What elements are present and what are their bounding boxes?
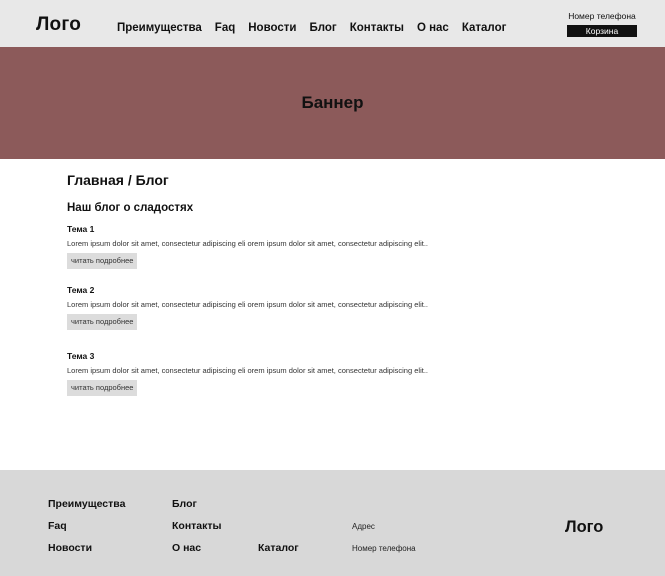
nav-item-faq[interactable]: Faq (215, 22, 235, 34)
header-phone: Номер телефона (568, 11, 636, 21)
site-header: Лого Преимущества Faq Новости Блог Конта… (0, 0, 665, 47)
footer-link-about[interactable]: О нас (172, 542, 201, 554)
read-more-button[interactable]: читать подробнее (67, 253, 138, 269)
footer-logo[interactable]: Лого (565, 518, 603, 537)
footer-link-advantages[interactable]: Преимущества (48, 498, 125, 510)
main-nav: Преимущества Faq Новости Блог Контакты О… (117, 20, 506, 36)
post-title[interactable]: Тема 3 (67, 351, 428, 362)
read-more-button[interactable]: читать подробнее (67, 380, 138, 396)
page-title: Наш блог о сладостях (67, 202, 194, 214)
nav-item-news[interactable]: Новости (248, 22, 296, 34)
read-more-button[interactable]: читать подробнее (67, 314, 138, 330)
footer-link-news[interactable]: Новости (48, 542, 92, 554)
post-excerpt: Lorem ipsum dolor sit amet, consectetur … (67, 300, 428, 309)
footer-phone: Номер телефона (352, 544, 416, 553)
banner: Баннер (0, 47, 665, 159)
footer-link-blog[interactable]: Блог (172, 498, 197, 510)
nav-item-catalog[interactable]: Каталог (462, 22, 507, 34)
footer-link-catalog[interactable]: Каталог (258, 542, 299, 554)
blog-post: Тема 3 Lorem ipsum dolor sit amet, conse… (67, 351, 428, 396)
header-contacts: Номер телефона Корзина (561, 11, 643, 37)
blog-post: Тема 1 Lorem ipsum dolor sit amet, conse… (67, 224, 428, 269)
site-footer: Преимущества Faq Новости Блог Контакты О… (0, 470, 665, 576)
breadcrumb-separator: / (123, 172, 136, 188)
nav-item-contacts[interactable]: Контакты (350, 22, 404, 34)
footer-address: Адрес (352, 522, 375, 531)
post-excerpt: Lorem ipsum dolor sit amet, consectetur … (67, 366, 428, 375)
footer-link-faq[interactable]: Faq (48, 520, 67, 532)
post-title[interactable]: Тема 2 (67, 285, 428, 296)
banner-title: Баннер (301, 93, 364, 112)
nav-item-about[interactable]: О нас (417, 22, 449, 34)
main-content: Главная / Блог Наш блог о сладостях Тема… (67, 171, 607, 396)
cart-button[interactable]: Корзина (567, 25, 637, 37)
nav-item-blog[interactable]: Блог (309, 22, 336, 34)
footer-link-contacts[interactable]: Контакты (172, 520, 222, 532)
logo[interactable]: Лого (36, 14, 81, 36)
breadcrumb: Главная / Блог (67, 171, 607, 190)
breadcrumb-home[interactable]: Главная (67, 172, 124, 188)
breadcrumb-current: Блог (135, 172, 169, 188)
post-excerpt: Lorem ipsum dolor sit amet, consectetur … (67, 239, 428, 248)
nav-item-advantages[interactable]: Преимущества (117, 22, 202, 34)
blog-post: Тема 2 Lorem ipsum dolor sit amet, conse… (67, 285, 428, 330)
post-title[interactable]: Тема 1 (67, 224, 428, 235)
